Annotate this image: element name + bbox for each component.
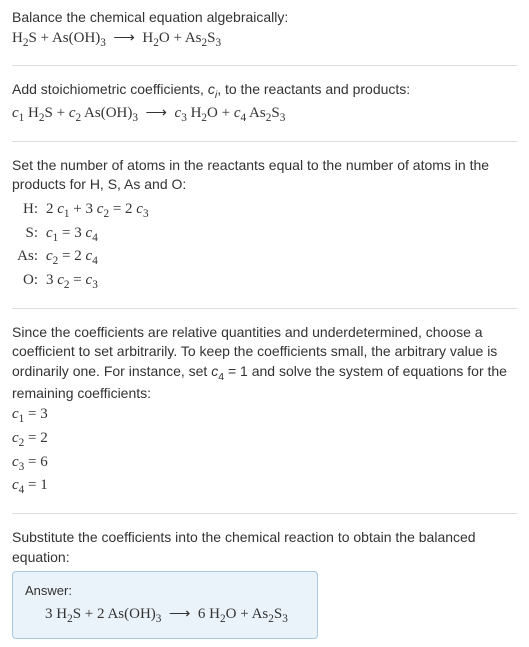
heading-text: Since the coefficients are relative quan… <box>12 323 517 404</box>
atom-equation: 3 c2 = c3 <box>46 270 98 294</box>
heading-text: Add stoichiometric coefficients, ci, to … <box>12 80 517 102</box>
balanced-equation: 3 H2S + 2 As(OH)3 ⟶ 6 H2O + As2S3 <box>25 604 305 628</box>
section-final-answer: Substitute the coefficients into the che… <box>12 528 517 639</box>
heading-text: Substitute the coefficients into the che… <box>12 528 517 567</box>
atom-label: O: <box>12 270 46 291</box>
coefficient-value: c2 = 2 <box>12 428 517 452</box>
atom-equation: c1 = 3 c4 <box>46 223 98 247</box>
answer-label: Answer: <box>25 582 305 600</box>
section-solve-coefficients: Since the coefficients are relative quan… <box>12 323 517 514</box>
unbalanced-equation: H2S + As(OH)3 ⟶ H2O + As2S3 <box>12 28 517 52</box>
coefficient-value: c1 = 3 <box>12 404 517 428</box>
heading-text: Set the number of atoms in the reactants… <box>12 156 517 195</box>
answer-box: Answer: 3 H2S + 2 As(OH)3 ⟶ 6 H2O + As2S… <box>12 571 318 639</box>
section-add-coefficients: Add stoichiometric coefficients, ci, to … <box>12 80 517 141</box>
coefficient-value: c4 = 1 <box>12 475 517 499</box>
heading-text: Balance the chemical equation algebraica… <box>12 8 517 28</box>
atom-row: H: 2 c1 + 3 c2 = 2 c3 <box>12 199 517 223</box>
atom-row: S: c1 = 3 c4 <box>12 223 517 247</box>
atom-equation: c2 = 2 c4 <box>46 246 98 270</box>
coefficient-value: c3 = 6 <box>12 452 517 476</box>
atom-table: H: 2 c1 + 3 c2 = 2 c3 S: c1 = 3 c4 As: c… <box>12 199 517 294</box>
section-atom-equations: Set the number of atoms in the reactants… <box>12 156 517 309</box>
atom-label: H: <box>12 199 46 220</box>
atom-equation: 2 c1 + 3 c2 = 2 c3 <box>46 199 149 223</box>
atom-label: S: <box>12 223 46 244</box>
section-balance-intro: Balance the chemical equation algebraica… <box>12 8 517 66</box>
atom-row: As: c2 = 2 c4 <box>12 246 517 270</box>
atom-label: As: <box>12 246 46 267</box>
atom-row: O: 3 c2 = c3 <box>12 270 517 294</box>
coefficient-equation: c1 H2S + c2 As(OH)3 ⟶ c3 H2O + c4 As2S3 <box>12 103 517 127</box>
